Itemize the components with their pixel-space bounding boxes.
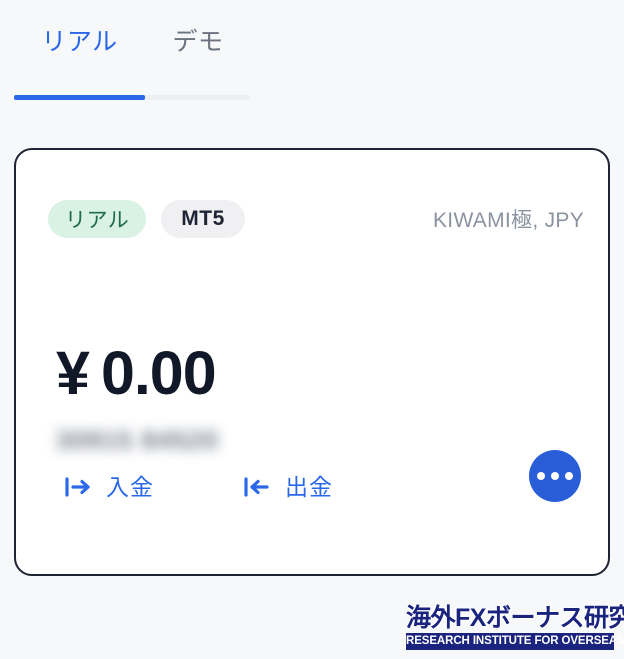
tab-list: リアル デモ bbox=[14, 30, 251, 55]
watermark-logo: 海外FXボーナス研究所 RESEARCH INSTITUTE FOR OVERS… bbox=[406, 603, 624, 650]
account-balance: ¥0.00 bbox=[56, 343, 217, 404]
withdraw-label: 出金 bbox=[285, 473, 333, 500]
withdraw-button[interactable]: 出金 bbox=[243, 475, 333, 499]
tab-active-indicator bbox=[14, 95, 145, 100]
balance-amount: 0.00 bbox=[100, 339, 217, 407]
more-options-button[interactable] bbox=[529, 450, 581, 502]
tab-demo[interactable]: デモ bbox=[145, 30, 251, 55]
card-actions: 入金 出金 bbox=[64, 475, 333, 499]
more-horizontal-icon-dot-2 bbox=[551, 472, 559, 480]
watermark-subtitle: RESEARCH INSTITUTE FOR OVERSEASFX BONUS bbox=[406, 633, 624, 650]
more-horizontal-icon-dot-3 bbox=[565, 472, 573, 480]
watermark-title: 海外FXボーナス研究所 bbox=[406, 603, 624, 632]
account-type-tabbar: リアル デモ bbox=[0, 0, 624, 104]
currency-symbol: ¥ bbox=[56, 339, 90, 407]
account-type-currency-label: KIWAMI極, JPY bbox=[433, 209, 584, 232]
status-badge-account-type: リアル bbox=[48, 200, 147, 238]
deposit-label: 入金 bbox=[106, 473, 154, 500]
tab-underline-track bbox=[14, 95, 250, 100]
arrow-right-from-bar-icon bbox=[64, 475, 92, 499]
status-badge-platform: MT5 bbox=[161, 200, 245, 238]
arrow-left-to-bar-icon bbox=[243, 475, 271, 499]
more-horizontal-icon-dot-1 bbox=[537, 472, 545, 480]
account-number-masked: 30915 84520 bbox=[56, 425, 219, 455]
card-header: リアル MT5 KIWAMI極, JPY bbox=[48, 200, 584, 238]
tab-real[interactable]: リアル bbox=[14, 30, 145, 55]
account-card[interactable]: リアル MT5 KIWAMI極, JPY 30915 84520 ¥0.00 入… bbox=[14, 148, 610, 576]
deposit-button[interactable]: 入金 bbox=[64, 475, 154, 499]
